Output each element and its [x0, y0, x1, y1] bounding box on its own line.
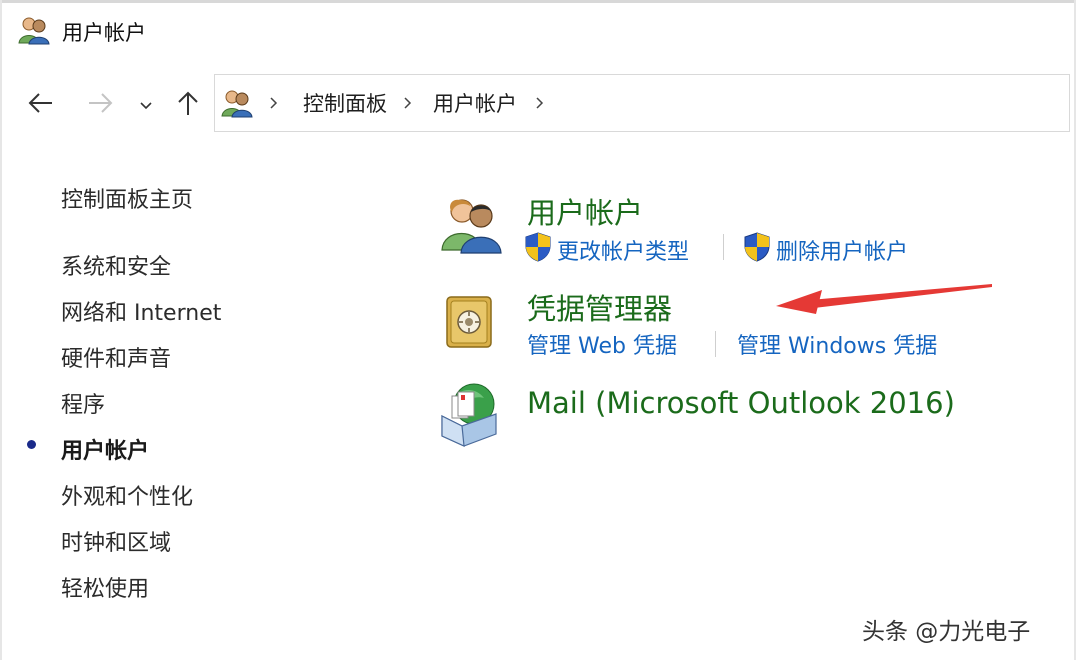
address-bar[interactable]: 控制面板 用户帐户 — [214, 74, 1070, 132]
recent-locations-button[interactable] — [133, 90, 159, 120]
link-divider — [715, 331, 716, 357]
window-left-border — [0, 0, 2, 660]
window-title: 用户帐户 — [62, 21, 146, 45]
manage-windows-credentials-link[interactable]: 管理 Windows 凭据 — [737, 328, 937, 360]
sidebar-item-system-security[interactable]: 系统和安全 — [61, 249, 171, 281]
link-divider — [723, 234, 724, 260]
chevron-right-icon[interactable] — [533, 96, 547, 110]
breadcrumb-user-accounts[interactable]: 用户帐户 — [427, 88, 523, 118]
arrow-right-icon — [87, 92, 113, 118]
manage-web-credentials-label: 管理 Web 凭据 — [527, 334, 677, 359]
delete-user-account-label: 删除用户帐户 — [776, 240, 909, 265]
category-title-credential-manager[interactable]: 凭据管理器 — [527, 286, 672, 328]
manage-windows-credentials-label: 管理 Windows 凭据 — [737, 334, 938, 359]
chevron-down-icon — [139, 96, 153, 115]
arrow-up-icon — [177, 90, 199, 120]
sidebar-item-clock-region[interactable]: 时钟和区域 — [61, 525, 171, 557]
title-bar: 用户帐户 — [18, 16, 146, 48]
sidebar-item-ease-of-access[interactable]: 轻松使用 — [61, 571, 149, 603]
mail-icon[interactable] — [438, 382, 500, 452]
back-button[interactable] — [26, 90, 56, 120]
active-item-bullet — [27, 440, 36, 449]
change-account-type-link[interactable]: 更改帐户类型 — [525, 232, 689, 268]
uac-shield-icon — [525, 232, 551, 268]
users-icon — [18, 15, 50, 49]
arrow-left-icon — [28, 92, 54, 118]
sidebar-item-home[interactable]: 控制面板主页 — [61, 182, 193, 214]
watermark: 头条 @力光电子 — [862, 619, 1031, 645]
users-icon[interactable] — [440, 194, 502, 258]
chevron-right-icon[interactable] — [401, 96, 415, 110]
up-button[interactable] — [173, 90, 203, 120]
category-title-user-accounts[interactable]: 用户帐户 — [527, 190, 643, 232]
delete-user-account-link[interactable]: 删除用户帐户 — [744, 232, 908, 268]
forward-button[interactable] — [85, 90, 115, 120]
manage-web-credentials-link[interactable]: 管理 Web 凭据 — [527, 328, 677, 360]
window-top-border — [0, 0, 1076, 3]
chevron-right-icon[interactable] — [267, 96, 281, 110]
breadcrumb-control-panel[interactable]: 控制面板 — [297, 88, 393, 118]
sidebar-item-network[interactable]: 网络和 Internet — [61, 295, 221, 327]
category-title-mail[interactable]: Mail (Microsoft Outlook 2016) — [527, 386, 955, 420]
sidebar-item-programs[interactable]: 程序 — [61, 387, 105, 419]
sidebar-item-hardware-sound[interactable]: 硬件和声音 — [61, 341, 171, 373]
annotation-arrow — [770, 278, 996, 322]
users-icon — [221, 88, 253, 118]
uac-shield-icon — [744, 232, 770, 268]
sidebar-item-appearance[interactable]: 外观和个性化 — [61, 479, 193, 511]
change-account-type-label: 更改帐户类型 — [557, 240, 690, 265]
safe-icon[interactable] — [444, 294, 494, 354]
sidebar-item-user-accounts[interactable]: 用户帐户 — [61, 433, 149, 465]
